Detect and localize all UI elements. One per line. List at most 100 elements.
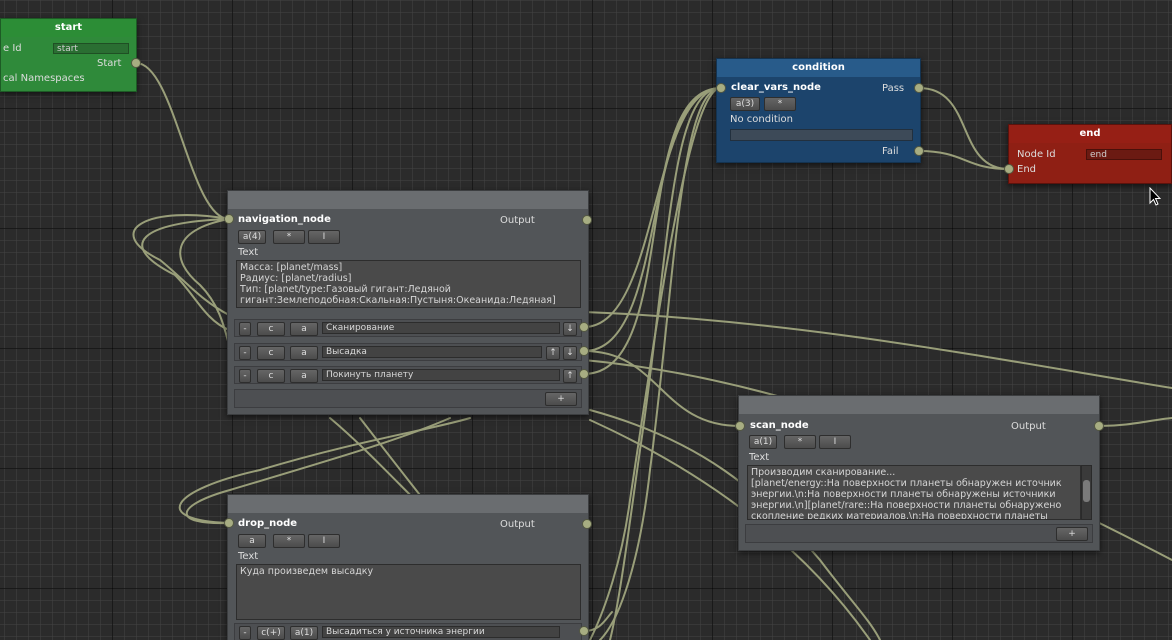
- navigation-text-line: Радиус: [planet/radius]: [240, 273, 352, 284]
- condition-node-name: clear_vars_node: [731, 82, 821, 93]
- option-remove-button[interactable]: -: [239, 626, 251, 640]
- option-move-up-button[interactable]: ↑: [563, 369, 577, 383]
- option-output-port[interactable]: [579, 626, 589, 636]
- navigation-text-line: гигант:Землеподобная:Скальная:Пустыня:Ок…: [240, 295, 556, 306]
- scan-text-label: Text: [749, 452, 770, 463]
- option-action-button[interactable]: a: [290, 346, 318, 360]
- end-node-id-label: Node Id: [1017, 149, 1056, 160]
- option-text-field[interactable]: Покинуть планету: [322, 369, 560, 381]
- wire-pass-end: [918, 87, 1010, 170]
- navigation-option-row: - c a Покинуть планету ↑: [234, 366, 582, 384]
- node-id-field[interactable]: start: [53, 43, 129, 54]
- end-node-id-field[interactable]: end: [1086, 149, 1162, 160]
- navigation-input-port[interactable]: [224, 214, 234, 224]
- option-move-up-button[interactable]: ↑: [546, 346, 560, 360]
- drop-node[interactable]: drop_node Output a * I Text Куда произве…: [227, 494, 589, 640]
- wire-loop-nav-2: [141, 218, 230, 331]
- option-output-port[interactable]: [579, 346, 589, 356]
- option-condition-button[interactable]: c: [257, 369, 285, 383]
- scan-i-button[interactable]: I: [819, 435, 851, 449]
- option-condition-button[interactable]: c(+): [257, 626, 285, 640]
- navigation-option-row: - c a Высадка ↑ ↓: [234, 343, 582, 361]
- condition-star-button[interactable]: *: [764, 97, 796, 111]
- end-node[interactable]: end Node Id end End: [1008, 124, 1172, 184]
- condition-node[interactable]: condition clear_vars_node Pass a(3) * No…: [716, 58, 921, 163]
- navigation-star-button[interactable]: *: [273, 230, 305, 244]
- navigation-text-label: Text: [238, 247, 259, 258]
- condition-field[interactable]: [730, 129, 913, 141]
- scan-output-label: Output: [1011, 421, 1046, 432]
- navigation-text-line: Тип: [planet/type:Газовый гигант:Ледяной: [240, 284, 451, 295]
- scan-text-scrollbar[interactable]: [1081, 465, 1092, 520]
- wire-loop-nav-1: [132, 214, 230, 316]
- drop-option-row: - c(+) a(1) Высадиться у источника энерг…: [234, 623, 582, 640]
- add-option-button[interactable]: +: [545, 392, 577, 406]
- drop-i-button[interactable]: I: [308, 534, 340, 548]
- option-text-field[interactable]: Высадиться у источника энергии: [322, 626, 560, 638]
- navigation-text-area[interactable]: Масса: [planet/mass] Радиус: [planet/rad…: [236, 260, 581, 308]
- navigation-i-button[interactable]: I: [308, 230, 340, 244]
- drop-actions-button[interactable]: a: [238, 534, 266, 548]
- navigation-output-port[interactable]: [582, 215, 592, 225]
- option-output-port[interactable]: [579, 322, 589, 332]
- option-text-field[interactable]: Сканирование: [322, 322, 560, 334]
- option-output-port[interactable]: [579, 369, 589, 379]
- navigation-header-bar: [228, 191, 588, 209]
- navigation-text-line: Масса: [planet/mass]: [240, 262, 343, 273]
- option-text-field[interactable]: Высадка: [322, 346, 542, 358]
- pass-label: Pass: [882, 83, 905, 94]
- drop-output-label: Output: [500, 519, 535, 530]
- namespaces-label: cal Namespaces: [3, 73, 85, 84]
- start-output-port[interactable]: [131, 58, 141, 68]
- wire-scan-output: [1098, 417, 1172, 427]
- option-move-down-button[interactable]: ↓: [563, 322, 577, 336]
- end-input-port[interactable]: [1004, 164, 1014, 174]
- option-action-button[interactable]: a(1): [290, 626, 318, 640]
- scan-actions-button[interactable]: a(1): [749, 435, 777, 449]
- drop-node-name: drop_node: [238, 518, 298, 529]
- option-remove-button[interactable]: -: [239, 322, 251, 336]
- scan-text-line: [planet/energy::На поверхности планеты о…: [751, 478, 1062, 489]
- option-remove-button[interactable]: -: [239, 369, 251, 383]
- wire-opt2-condition: [583, 87, 722, 352]
- condition-pass-port[interactable]: [914, 83, 924, 93]
- condition-fail-port[interactable]: [914, 146, 924, 156]
- scan-star-button[interactable]: *: [784, 435, 816, 449]
- no-condition-label: No condition: [730, 114, 794, 125]
- navigation-output-label: Output: [500, 215, 535, 226]
- scan-text-line: скопление редких материалов.\n:На поверх…: [751, 511, 1048, 520]
- scan-output-port[interactable]: [1094, 421, 1104, 431]
- drop-input-port[interactable]: [224, 518, 234, 528]
- end-node-title: end: [1009, 125, 1171, 143]
- option-remove-button[interactable]: -: [239, 346, 251, 360]
- condition-input-port[interactable]: [716, 83, 726, 93]
- option-action-button[interactable]: a: [290, 369, 318, 383]
- start-node-title: start: [1, 19, 136, 37]
- wire-opt1-right: [583, 311, 1172, 389]
- scan-header-bar: [739, 396, 1099, 414]
- navigation-option-row: - c a Сканирование ↓: [234, 319, 582, 337]
- drop-text-area[interactable]: Куда произведем высадку: [236, 564, 581, 620]
- end-input-label: End: [1017, 164, 1037, 175]
- scan-input-port[interactable]: [735, 421, 745, 431]
- scan-text-area[interactable]: Производим сканирование... [planet/energ…: [747, 465, 1081, 520]
- option-condition-button[interactable]: c: [257, 346, 285, 360]
- option-action-button[interactable]: a: [290, 322, 318, 336]
- navigation-actions-button[interactable]: a(4): [238, 230, 266, 244]
- option-condition-button[interactable]: c: [257, 322, 285, 336]
- drop-output-port[interactable]: [582, 519, 592, 529]
- drop-text-label: Text: [238, 551, 259, 562]
- scrollbar-thumb[interactable]: [1083, 480, 1090, 502]
- wire-opt1-condition: [583, 87, 722, 328]
- scan-node-name: scan_node: [750, 420, 809, 431]
- scan-node[interactable]: scan_node Output a(1) * I Text Производи…: [738, 395, 1100, 551]
- start-node[interactable]: start e Id start Start cal Namespaces: [0, 18, 137, 92]
- navigation-node[interactable]: navigation_node Output a(4) * I Text Мас…: [227, 190, 589, 415]
- condition-node-title: condition: [717, 59, 920, 77]
- drop-star-button[interactable]: *: [273, 534, 305, 548]
- mouse-cursor-icon: [1149, 187, 1161, 206]
- scan-add-option-button[interactable]: +: [1056, 527, 1088, 541]
- option-move-down-button[interactable]: ↓: [563, 346, 577, 360]
- navigation-add-row: +: [234, 389, 582, 408]
- condition-actions-button[interactable]: a(3): [730, 97, 760, 111]
